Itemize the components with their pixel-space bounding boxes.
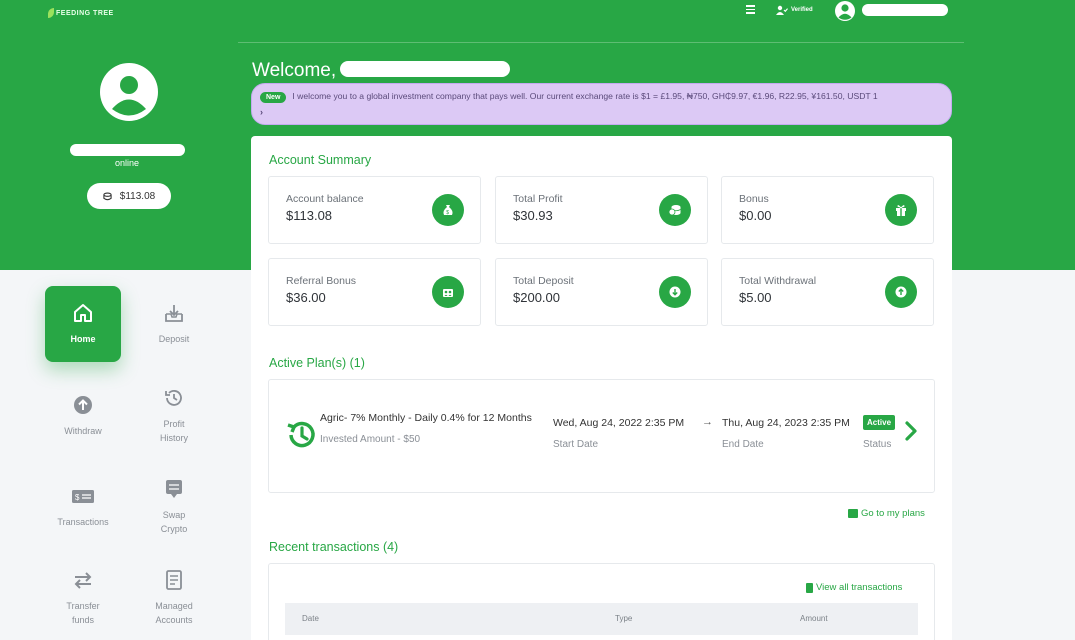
redacted-username (862, 4, 948, 16)
arrow-up-icon (885, 276, 917, 308)
nav-deposit[interactable]: Deposit (136, 286, 212, 362)
clipboard-icon (806, 582, 813, 593)
chevron-right-icon[interactable]: › (260, 105, 943, 119)
user-check-icon (776, 5, 788, 15)
stat-bonus: Bonus $0.00 (721, 176, 934, 244)
nav-transactions-label: Transactions (57, 517, 109, 527)
svg-text:$: $ (446, 210, 449, 216)
nav-profit-history[interactable]: Profit History (136, 378, 212, 454)
archive-icon (848, 509, 858, 518)
stat-label: Total Withdrawal (739, 275, 817, 287)
withdraw-icon (74, 396, 92, 414)
nav-transfer-funds-label: Transfer funds (66, 601, 100, 625)
history-icon (165, 390, 182, 406)
stat-total-profit: Total Profit $30.93 (495, 176, 708, 244)
stat-label: Total Deposit (513, 275, 574, 287)
people-icon (432, 276, 464, 308)
recent-transactions-title: Recent transactions (4) (269, 540, 399, 554)
stat-total-deposit: Total Deposit $200.00 (495, 258, 708, 326)
menu-icon[interactable] (746, 5, 755, 16)
svg-text:$: $ (75, 493, 80, 502)
stat-referral-bonus: Referral Bonus $36.00 (268, 258, 481, 326)
verified-label: Verified (791, 7, 813, 13)
nav-withdraw[interactable]: Withdraw (45, 378, 121, 454)
plan-start-label: Start Date (553, 439, 599, 450)
document-icon (166, 570, 182, 590)
nav-deposit-label: Deposit (158, 334, 190, 344)
nav-transfer-funds[interactable]: Transfer funds (45, 560, 121, 636)
nav-managed-accounts-label: Managed Accounts (155, 601, 193, 625)
view-all-label: View all transactions (816, 582, 903, 593)
nav-home[interactable]: Home (45, 286, 121, 362)
announcement-banner: New I welcome you to a global investment … (251, 83, 952, 125)
profile-avatar-icon (100, 63, 158, 121)
stat-total-withdrawal: Total Withdrawal $5.00 (721, 258, 934, 326)
money-bag-icon: $ (432, 194, 464, 226)
announcement-text: I welcome you to a global investment com… (292, 91, 878, 101)
balance-pill[interactable]: $113.08 (87, 183, 171, 209)
plan-invested-amount: Invested Amount - $50 (320, 434, 421, 445)
online-status: online (115, 158, 140, 168)
chevron-right-icon[interactable] (903, 420, 919, 442)
transfer-icon (74, 572, 92, 589)
stat-label: Bonus (739, 193, 769, 205)
transactions-table-header: Date Type Amount (285, 603, 918, 635)
view-all-transactions-link[interactable]: View all transactions (806, 582, 902, 593)
nav-profit-history-label: Profit History (159, 419, 188, 443)
plan-history-icon (287, 421, 315, 448)
stat-value: $30.93 (513, 208, 553, 223)
stat-value: $5.00 (739, 290, 772, 305)
swap-icon (166, 480, 182, 498)
plan-name: Agric- 7% Monthly - Daily 0.4% for 12 Mo… (320, 412, 532, 424)
user-avatar-icon[interactable] (833, 0, 857, 22)
logo[interactable]: FEEDING TREE (48, 8, 114, 18)
balance-value: $113.08 (119, 190, 156, 202)
redacted-profile-name (70, 144, 185, 156)
column-date: Date (302, 614, 319, 623)
stat-value: $113.08 (286, 208, 333, 223)
verified-badge: Verified (776, 5, 813, 15)
arrow-down-icon (659, 276, 691, 308)
arrow-right-icon: → (702, 416, 713, 428)
nav-swap-crypto-label: Swap Crypto (160, 510, 188, 534)
stat-value: $0.00 (739, 208, 772, 223)
welcome-heading: Welcome, (252, 60, 337, 81)
gift-icon (885, 194, 917, 226)
home-icon (74, 304, 92, 322)
redacted-welcome-name (340, 61, 510, 77)
nav-managed-accounts[interactable]: Managed Accounts (136, 560, 212, 636)
plan-status-label: Status (863, 439, 892, 450)
leaf-icon (48, 8, 54, 18)
stat-label: Account balance (286, 193, 364, 205)
header-divider (238, 42, 964, 43)
stat-label: Total Profit (513, 193, 563, 205)
nav-transactions[interactable]: $ Transactions (45, 469, 121, 545)
nav-withdraw-label: Withdraw (64, 426, 102, 436)
plan-status-badge: Active (863, 415, 896, 430)
account-summary-title: Account Summary (269, 153, 372, 167)
nav-swap-crypto[interactable]: Swap Crypto (136, 469, 212, 545)
go-to-plans-link[interactable]: Go to my plans (848, 508, 925, 519)
cash-icon: $ (72, 490, 94, 503)
deposit-icon (165, 305, 183, 322)
stat-account-balance: Account balance $113.08 $ (268, 176, 481, 244)
plan-end-label: End Date (722, 439, 764, 450)
go-to-plans-label: Go to my plans (861, 508, 925, 519)
stat-label: Referral Bonus (286, 275, 357, 287)
coins-icon (103, 192, 112, 200)
active-plans-title: Active Plan(s) (1) (269, 356, 365, 370)
coins-icon (659, 194, 691, 226)
stat-value: $36.00 (286, 290, 326, 305)
new-badge: New (260, 92, 287, 103)
plan-end-date: Thu, Aug 24, 2023 2:35 PM (722, 417, 850, 429)
column-amount: Amount (800, 614, 828, 623)
stat-value: $200.00 (513, 290, 560, 305)
logo-text: FEEDING TREE (56, 9, 114, 17)
column-type: Type (615, 614, 633, 623)
plan-start-date: Wed, Aug 24, 2022 2:35 PM (553, 417, 685, 429)
nav-home-label: Home (70, 334, 96, 344)
